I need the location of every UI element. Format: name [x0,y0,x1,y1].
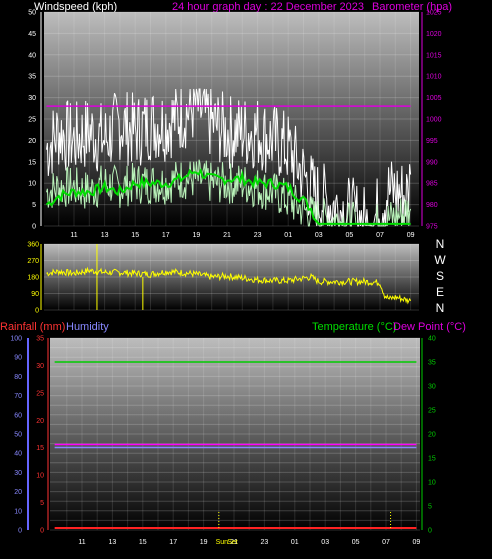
wind-panel-x-tick-label: 03 [315,232,323,239]
humidity-y-tick-label: 40 [14,451,22,458]
barometer-y-tick-label: 1010 [426,74,442,81]
humidity-y-tick-label: 80 [14,374,22,381]
rainfall-y-tick-label: 30 [36,363,44,370]
temperature-panel-x-tick-label: 11 [78,539,85,546]
temperature-y-tick-label: 20 [428,432,436,439]
temperature-panel-x-tick-label: 03 [321,539,329,546]
rainfall-y-tick-label: 35 [36,336,44,343]
wind-y-tick-label: 10 [28,181,36,188]
barometer-y-tick-label: 995 [426,138,438,145]
direction-y-tick-label: 180 [27,275,39,282]
temperature-y-tick-label: 10 [428,480,436,487]
temperature-panel-x-tick-label: 01 [291,539,299,546]
rainfall-y-tick-label: 0 [40,528,44,535]
direction-y-tick-label: 90 [31,291,39,298]
wind-panel-x-tick-label: 07 [376,232,384,239]
humidity-y-tick-label: 60 [14,412,22,419]
rainfall-y-tick-label: 15 [36,445,44,452]
wind-axis-title: Windspeed (kph) [34,1,117,13]
graph-date-title: 24 hour graph day : 22 December 2023 [172,1,364,13]
compass-letter-n: N [436,301,445,315]
rainfall-y-tick-label: 5 [40,500,44,507]
direction-y-tick-label: 0 [35,308,39,315]
temperature-panel-x-tick-label: 05 [352,539,360,546]
wind-panel-x-tick-label: 05 [346,232,354,239]
wind-y-tick-label: 50 [28,10,36,17]
wind-panel-x-tick-label: 15 [131,232,139,239]
barometer-y-tick-label: 1025 [426,10,442,17]
humidity-y-tick-label: 90 [14,355,22,362]
rainfall-y-tick-label: 20 [36,418,44,425]
temperature-y-tick-label: 35 [428,360,436,367]
compass-letter-n: N [436,237,445,251]
wind-panel-x-tick-label: 01 [284,232,292,239]
humidity-axis-title: Humidity [66,321,109,333]
temperature-y-tick-label: 25 [428,408,436,415]
wind-y-tick-label: 30 [28,95,36,102]
barometer-y-tick-label: 1005 [426,95,442,102]
humidity-y-tick-label: 0 [18,528,22,535]
sunset-label: Set [227,539,238,546]
rainfall-axis-title: Rainfall (mm) [0,321,65,333]
temperature-axis-title: Temperature (°C) [312,321,396,333]
direction-y-tick-label: 360 [27,242,39,249]
wind-panel-x-tick-label: 11 [70,232,77,239]
humidity-y-tick-label: 30 [14,470,22,477]
rainfall-y-tick-label: 10 [36,473,44,480]
wind-y-tick-label: 5 [32,202,36,209]
temperature-panel-x-tick-label: 13 [109,539,117,546]
compass-letter-s: S [436,269,444,283]
humidity-y-tick-label: 70 [14,393,22,400]
dewpoint-axis-title: Dew Point (°C) [393,321,466,333]
barometer-y-tick-label: 1015 [426,52,442,59]
temperature-y-tick-label: 0 [428,528,432,535]
temperature-panel-x-tick-label: 09 [413,539,421,546]
compass-letter-w: W [434,253,446,267]
wind-y-tick-label: 40 [28,52,36,59]
wind-y-tick-label: 25 [28,117,36,124]
barometer-y-tick-label: 975 [426,224,438,231]
wind-y-tick-label: 20 [28,138,36,145]
barometer-y-tick-label: 1020 [426,31,442,38]
temperature-panel-x-tick-label: 19 [200,539,208,546]
compass-letter-e: E [436,285,444,299]
humidity-y-tick-label: 10 [14,508,22,515]
wind-panel-x-tick-label: 21 [223,232,231,239]
direction-y-tick-label: 270 [27,258,39,265]
temperature-y-tick-label: 15 [428,456,436,463]
wind-y-tick-label: 35 [28,74,36,81]
compass-letters: NWSEN [434,237,446,315]
wind-panel-x-tick-label: 19 [193,232,201,239]
wind-panel-x-tick-label: 13 [101,232,109,239]
barometer-y-tick-label: 1000 [426,117,442,124]
temperature-y-tick-label: 40 [428,336,436,343]
barometer-y-tick-label: 990 [426,159,438,166]
temperature-panel-x-tick-label: 17 [169,539,177,546]
temperature-panel-x-tick-label: 23 [261,539,269,546]
wind-y-tick-label: 15 [28,159,36,166]
wind-y-tick-label: 0 [32,224,36,231]
humidity-y-tick-label: 20 [14,489,22,496]
barometer-y-tick-label: 980 [426,202,438,209]
humidity-y-tick-label: 50 [14,432,22,439]
weather-graph: Windspeed (kph) 24 hour graph day : 22 D… [0,0,492,554]
wind-y-tick-label: 45 [28,31,36,38]
rainfall-y-tick-label: 25 [36,390,44,397]
temperature-y-tick-label: 5 [428,504,432,511]
temperature-y-tick-label: 30 [428,384,436,391]
plot-layers: 0510152025303540455097598098599099510001… [10,10,441,547]
temperature-panel-x-tick-label: 15 [139,539,147,546]
temperature-panel-x-tick-label: 07 [382,539,390,546]
wind-panel-x-tick-label: 09 [407,232,415,239]
weather-graph-svg: Windspeed (kph) 24 hour graph day : 22 D… [0,1,466,547]
barometer-y-tick-label: 985 [426,181,438,188]
wind-panel-x-tick-label: 17 [162,232,170,239]
humidity-y-tick-label: 100 [10,336,22,343]
wind-panel-x-tick-label: 23 [254,232,262,239]
